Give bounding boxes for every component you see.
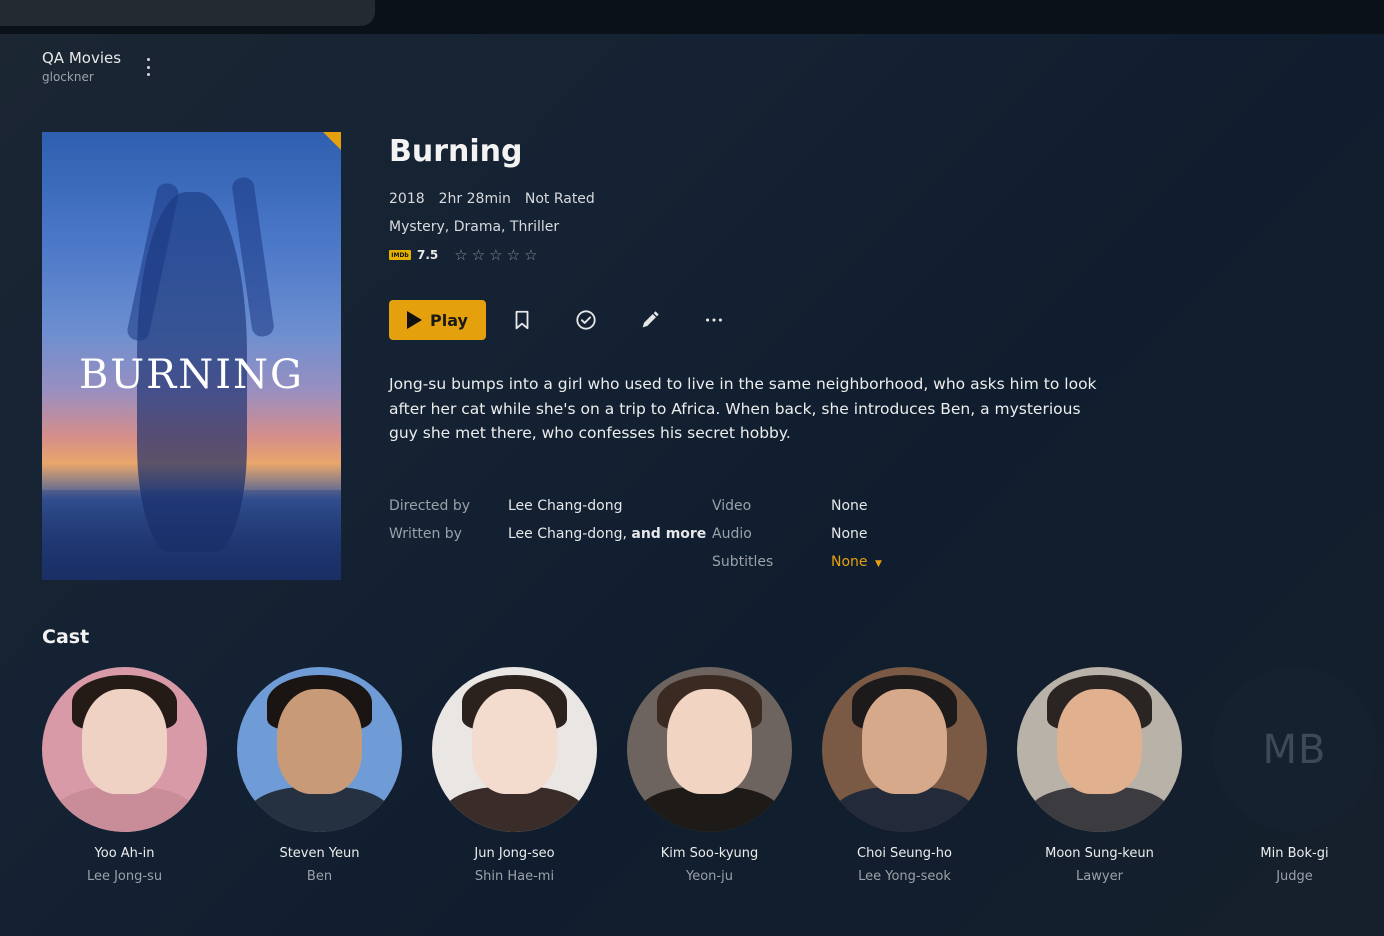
avatar-initials: MB bbox=[1262, 726, 1327, 773]
cast-role: Ben bbox=[306, 869, 333, 884]
library-menu-icon[interactable] bbox=[141, 56, 155, 78]
imdb-icon: IMDb bbox=[389, 250, 411, 260]
movie-title: Burning bbox=[389, 134, 523, 169]
play-button[interactable]: Play bbox=[389, 300, 486, 340]
cast-avatar[interactable] bbox=[237, 667, 402, 832]
play-icon bbox=[407, 311, 423, 329]
cast-role: Yeon-ju bbox=[686, 869, 733, 884]
library-name[interactable]: QA Movies bbox=[42, 49, 121, 67]
top-bar bbox=[0, 0, 1384, 34]
action-bar: Play bbox=[389, 300, 734, 340]
video-value: None bbox=[831, 498, 868, 514]
star-icon[interactable]: ☆ bbox=[524, 247, 537, 263]
unwatched-corner-badge bbox=[323, 132, 341, 150]
cast-member[interactable]: Choi Seung-ho Lee Yong-seok bbox=[822, 667, 987, 884]
cast-member[interactable]: Moon Sung-keun Lawyer bbox=[1017, 667, 1182, 884]
cast-name: Kim Soo-kyung bbox=[660, 846, 759, 861]
more-icon[interactable] bbox=[694, 300, 734, 340]
library-header: QA Movies glockner bbox=[42, 49, 121, 84]
pencil-icon[interactable] bbox=[630, 300, 670, 340]
cast-name: Choi Seung-ho bbox=[857, 846, 952, 861]
cast-avatar[interactable]: MB bbox=[1212, 667, 1377, 832]
cast-avatar[interactable] bbox=[627, 667, 792, 832]
cast-member[interactable]: Steven Yeun Ben bbox=[237, 667, 402, 884]
movie-summary: Jong-su bumps into a girl who used to li… bbox=[389, 375, 1097, 442]
written-label: Written by bbox=[389, 526, 462, 542]
video-label: Video bbox=[712, 498, 752, 514]
cast-member[interactable]: Yoo Ah-in Lee Jong-su bbox=[42, 667, 207, 884]
director-link[interactable]: Lee Chang-dong bbox=[508, 498, 622, 514]
writers-link[interactable]: Lee Chang-dong, and more bbox=[508, 526, 706, 542]
content-rating: Not Rated bbox=[524, 191, 595, 207]
cast-name: Min Bok-gi bbox=[1260, 846, 1329, 861]
ratings-row: IMDb 7.5 ☆ ☆ ☆ ☆ ☆ bbox=[389, 247, 538, 263]
bookmark-icon[interactable] bbox=[502, 300, 542, 340]
audio-value: None bbox=[831, 526, 868, 542]
star-icon[interactable]: ☆ bbox=[507, 247, 520, 263]
movie-duration: 2hr 28min bbox=[438, 191, 511, 207]
cast-role: Judge bbox=[1276, 869, 1313, 884]
cast-avatar[interactable] bbox=[1017, 667, 1182, 832]
star-icon[interactable]: ☆ bbox=[472, 247, 485, 263]
imdb-score: 7.5 bbox=[417, 248, 439, 262]
poster-title-text: BURNING bbox=[79, 352, 304, 398]
movie-meta: 2018 2hr 28min Not Rated bbox=[389, 191, 595, 207]
chevron-down-icon: ▼ bbox=[874, 559, 882, 569]
cast-role: Lawyer bbox=[1076, 869, 1123, 884]
cast-member[interactable]: MB Min Bok-gi Judge bbox=[1212, 667, 1377, 884]
user-rating-stars[interactable]: ☆ ☆ ☆ ☆ ☆ bbox=[454, 247, 537, 263]
cast-name: Jun Jong-seo bbox=[474, 846, 555, 861]
movie-poster: BURNING bbox=[42, 132, 341, 580]
cast-avatar[interactable] bbox=[822, 667, 987, 832]
cast-avatar[interactable] bbox=[42, 667, 207, 832]
star-icon[interactable]: ☆ bbox=[489, 247, 502, 263]
cast-name: Moon Sung-keun bbox=[1045, 846, 1154, 861]
movie-genres: Mystery, Drama, Thriller bbox=[389, 219, 560, 235]
cast-role: Lee Jong-su bbox=[86, 869, 163, 884]
cast-name: Yoo Ah-in bbox=[94, 846, 155, 861]
cast-avatar[interactable] bbox=[432, 667, 597, 832]
cast-role: Lee Yong-seok bbox=[858, 869, 951, 884]
play-label: Play bbox=[430, 310, 468, 330]
cast-member[interactable]: Jun Jong-seo Shin Hae-mi bbox=[432, 667, 597, 884]
directed-label: Directed by bbox=[389, 498, 471, 514]
cast-role: Shin Hae-mi bbox=[474, 869, 555, 884]
cast-name: Steven Yeun bbox=[279, 846, 360, 861]
movie-year: 2018 bbox=[389, 191, 425, 207]
subtitles-dropdown[interactable]: None ▼ bbox=[831, 554, 882, 570]
search-bar[interactable] bbox=[0, 0, 375, 26]
cast-member[interactable]: Kim Soo-kyung Yeon-ju bbox=[627, 667, 792, 884]
audio-label: Audio bbox=[712, 526, 752, 542]
check-circle-icon[interactable] bbox=[566, 300, 606, 340]
subtitles-label: Subtitles bbox=[712, 554, 774, 570]
writers-more-link[interactable]: and more bbox=[631, 526, 706, 542]
server-name: glockner bbox=[42, 70, 94, 84]
star-icon[interactable]: ☆ bbox=[454, 247, 467, 263]
cast-heading: Cast bbox=[42, 626, 90, 648]
